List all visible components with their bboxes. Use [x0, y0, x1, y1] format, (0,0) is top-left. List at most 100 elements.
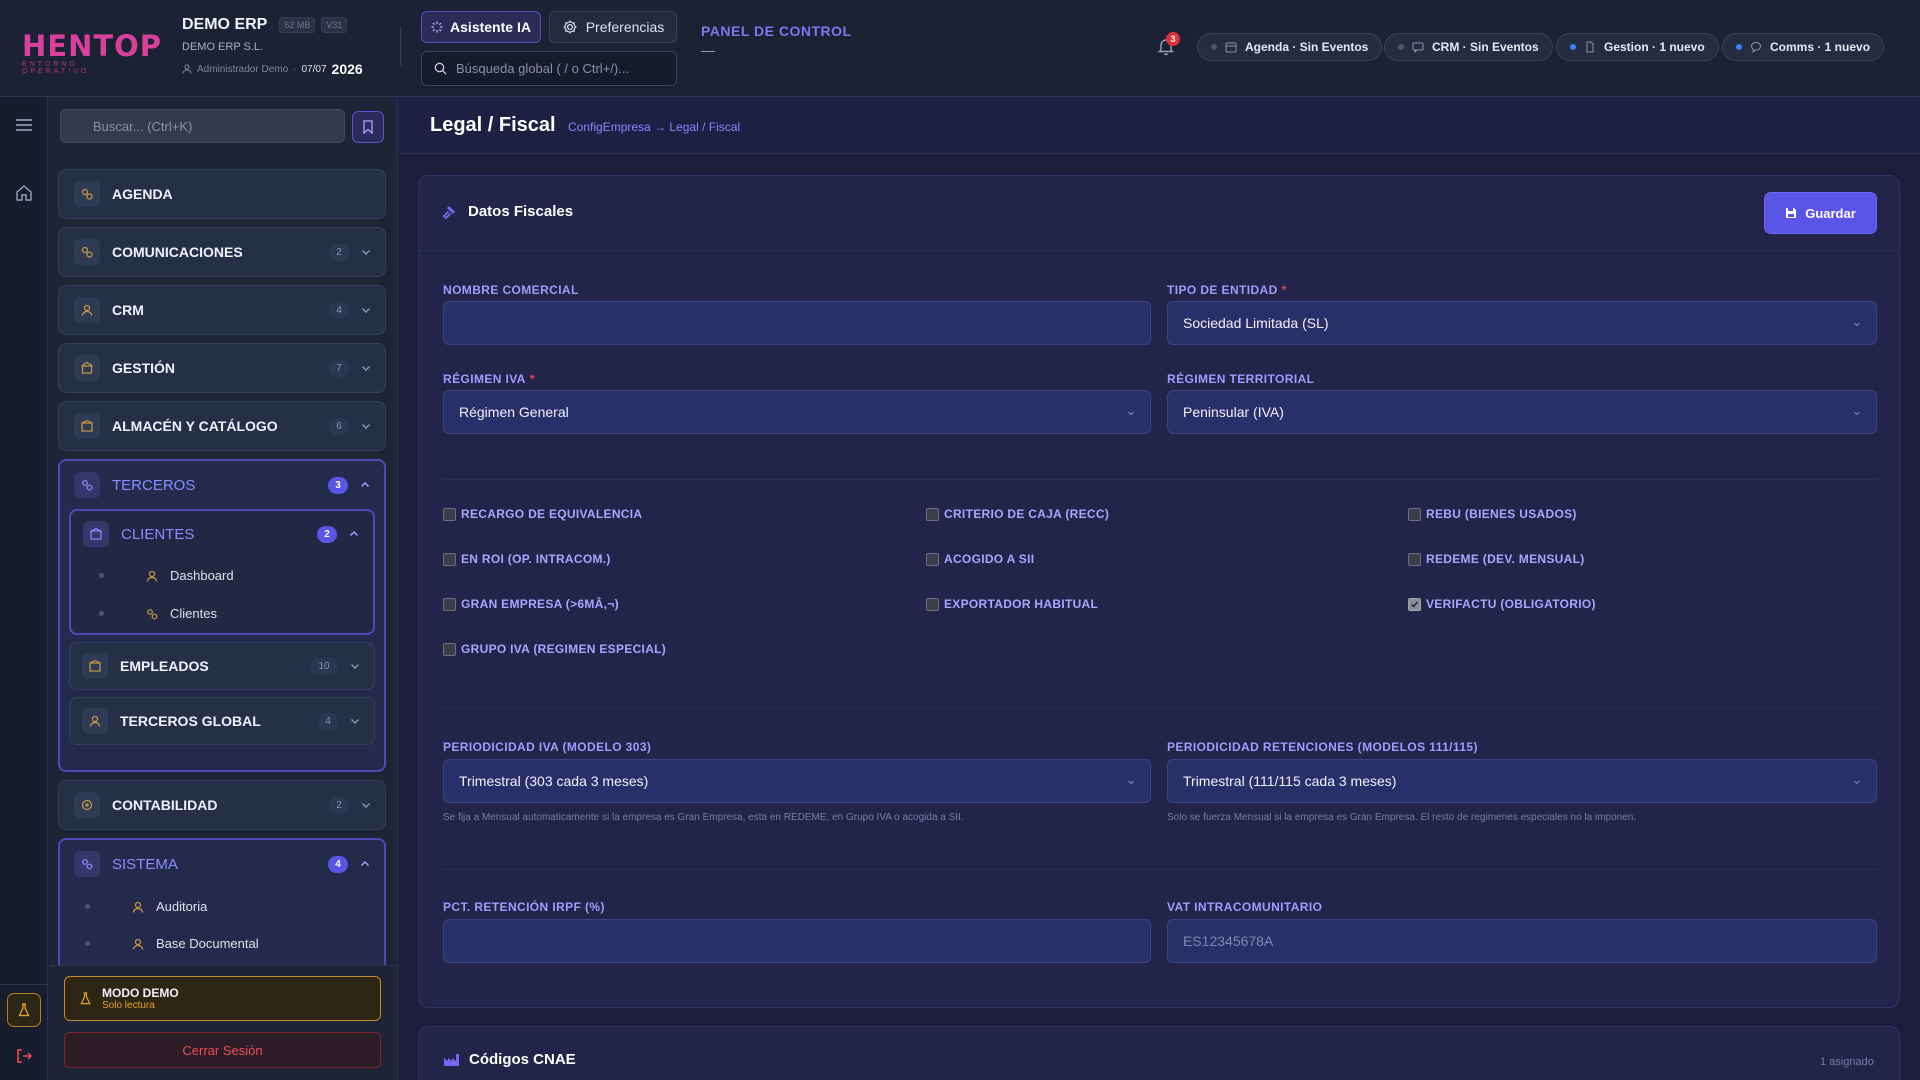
checkbox-verifactu[interactable]: VERIFACTU (OBLIGATORIO)	[1408, 597, 1596, 611]
logout-rail-button[interactable]	[12, 1044, 36, 1068]
brand-logo[interactable]: HENTOP ENTORNO OPERATIVO	[22, 32, 161, 76]
sidebar-leaf-clientes[interactable]: Clientes	[71, 594, 373, 633]
sidebar-item-crm[interactable]: CRM 4	[58, 285, 386, 335]
demo-mode-badge[interactable]: MODO DEMO Solo lectura	[64, 976, 381, 1021]
pct-irpf-label: PCT. RETENCIÓN IRPF (%)	[443, 900, 605, 914]
preferences-button[interactable]: Preferencias	[549, 11, 677, 43]
checkbox-box-checked[interactable]	[1408, 597, 1421, 611]
checkbox-box[interactable]	[443, 597, 456, 611]
calendar-icon	[1225, 42, 1237, 53]
checkbox-gran-empresa[interactable]: GRAN EMPRESA (>6MÂ,¬)	[443, 597, 619, 611]
breadcrumb[interactable]: ConfigEmpresa → Legal / Fiscal	[568, 120, 740, 134]
sidebar-item-gestion[interactable]: GESTIÓN 7	[58, 343, 386, 393]
checkbox-criterio-caja[interactable]: CRITERIO DE CAJA (RECC)	[926, 507, 1109, 521]
sidebar-group-sistema: SISTEMA 4 Auditoria Base Documental	[58, 838, 386, 978]
checkbox-box[interactable]	[443, 507, 456, 521]
agenda-status-chip[interactable]: Agenda · Sin Eventos	[1197, 33, 1383, 61]
chevron-down-icon	[362, 308, 370, 313]
separator-dot: ·	[293, 63, 297, 75]
gear-icon	[563, 20, 577, 34]
sidebar-item-terceros[interactable]: TERCEROS 3	[60, 461, 384, 509]
global-search-placeholder: Búsqueda global ( / o Ctrl+/)...	[456, 61, 630, 76]
checkbox-en-roi[interactable]: EN ROI (OP. INTRACOM.)	[443, 552, 611, 566]
checkbox-label: EN ROI (OP. INTRACOM.)	[461, 552, 611, 566]
periodicidad-retenciones-hint: Solo se fuerza Mensual si la empresa es …	[1167, 812, 1637, 823]
checkbox-rebu[interactable]: REBU (BIENES USADOS)	[1408, 507, 1577, 521]
chevron-down-icon	[362, 250, 370, 255]
nombre-comercial-input[interactable]	[443, 301, 1151, 345]
checkbox-box[interactable]	[1408, 552, 1421, 566]
checkbox-label: REBU (BIENES USADOS)	[1426, 507, 1577, 521]
sidebar-item-agenda[interactable]: AGENDA	[58, 169, 386, 219]
bullet-dot	[99, 611, 104, 616]
cnae-card-title[interactable]: Códigos CNAE	[443, 1051, 576, 1068]
checkbox-grupo-iva[interactable]: GRUPO IVA (REGIMEN ESPECIAL)	[443, 642, 666, 656]
erp-info: DEMO ERP 62 MB V31 DEMO ERP S.L. Adminis…	[182, 16, 363, 77]
flask-icon	[18, 1003, 30, 1017]
tipo-entidad-value: Sociedad Limitada (SL)	[1183, 315, 1329, 331]
sidebar-item-terceros-global[interactable]: TERCEROS GLOBAL 4	[69, 697, 375, 745]
logout-button[interactable]: Cerrar Sesión	[64, 1032, 381, 1068]
cnae-title-text: Códigos CNAE	[469, 1051, 576, 1068]
chat-icon	[1412, 42, 1424, 53]
crm-status-chip[interactable]: CRM · Sin Eventos	[1384, 33, 1553, 61]
checkbox-exportador-habitual[interactable]: EXPORTADOR HABITUAL	[926, 597, 1098, 611]
gestion-status-chip[interactable]: Gestion · 1 nuevo	[1556, 33, 1719, 61]
regimen-iva-select[interactable]: Régimen General	[443, 390, 1151, 434]
checkbox-box[interactable]	[926, 597, 939, 611]
sidebar-item-empleados[interactable]: EMPLEADOS 10	[69, 642, 375, 690]
sidebar: Buscar... (Ctrl+K) AGENDA COMUNICACIONES…	[49, 97, 398, 1080]
save-button[interactable]: Guardar	[1765, 193, 1876, 233]
company-name: DEMO ERP S.L.	[182, 41, 264, 53]
tipo-entidad-select[interactable]: Sociedad Limitada (SL)	[1167, 301, 1877, 345]
home-button[interactable]	[12, 181, 36, 205]
sidebar-item-sistema[interactable]: SISTEMA 4	[60, 840, 384, 888]
card-divider	[419, 250, 1899, 251]
menu-toggle-button[interactable]	[12, 113, 36, 137]
sidebar-item-comunicaciones[interactable]: COMUNICACIONES 2	[58, 227, 386, 277]
comms-status-chip[interactable]: Comms · 1 nuevo	[1722, 33, 1885, 61]
fiscal-data-card: Datos Fiscales Guardar NOMBRE COMERCIAL …	[418, 175, 1900, 1008]
demo-mode-rail-button[interactable]	[7, 993, 41, 1027]
card-title-text: Datos Fiscales	[468, 203, 574, 220]
vat-input[interactable]: ES12345678A	[1167, 919, 1877, 963]
clients-list-icon	[144, 606, 160, 622]
sidebar-item-label: EMPLEADOS	[120, 658, 209, 674]
sidebar-leaf-label: Auditoria	[156, 899, 208, 914]
checkbox-box[interactable]	[443, 552, 456, 566]
tipo-entidad-label-text: TIPO DE ENTIDAD	[1167, 283, 1278, 297]
checkbox-redeme[interactable]: REDEME (DEV. MENSUAL)	[1408, 552, 1585, 566]
demo-mode-title: MODO DEMO	[102, 986, 179, 1000]
checkbox-box[interactable]	[926, 552, 939, 566]
sidebar-leaf-auditoria[interactable]: Auditoria	[60, 888, 384, 925]
sidebar-pin-button[interactable]	[352, 111, 384, 143]
factory-icon	[444, 1053, 459, 1066]
panel-title[interactable]: PANEL DE CONTROL	[701, 23, 852, 39]
sidebar-item-contabilidad[interactable]: CONTABILIDAD 2	[58, 780, 386, 830]
checkbox-box[interactable]	[1408, 507, 1421, 521]
periodicidad-iva-select[interactable]: Trimestral (303 cada 3 meses)	[443, 759, 1151, 803]
checkbox-box[interactable]	[443, 642, 456, 656]
checkbox-recargo-equivalencia[interactable]: RECARGO DE EQUIVALENCIA	[443, 507, 642, 521]
pct-irpf-input[interactable]	[443, 919, 1151, 963]
regimen-territorial-select[interactable]: Peninsular (IVA)	[1167, 390, 1877, 434]
ai-assistant-button[interactable]: Asistente IA	[421, 11, 541, 43]
tipo-entidad-label: TIPO DE ENTIDAD *	[1167, 283, 1287, 297]
sidebar-leaf-dashboard[interactable]: Dashboard	[71, 557, 373, 594]
periodicidad-retenciones-select[interactable]: Trimestral (111/115 cada 3 meses)	[1167, 759, 1877, 803]
sidebar-item-almacen[interactable]: ALMACÉN Y CATÁLOGO 6	[58, 401, 386, 451]
sidebar-leaf-base-documental[interactable]: Base Documental	[60, 925, 384, 962]
sidebar-item-clientes[interactable]: CLIENTES 2	[71, 511, 373, 557]
chevron-down-icon	[362, 424, 370, 429]
panel-subtitle: —	[701, 42, 715, 58]
comms-chip-label: Comms · 1 nuevo	[1770, 40, 1871, 54]
global-search-input[interactable]: Búsqueda global ( / o Ctrl+/)...	[421, 51, 677, 86]
terceros-icon	[74, 472, 100, 498]
sidebar-search-input[interactable]: Buscar... (Ctrl+K)	[60, 109, 345, 143]
item-count-badge: 4	[328, 855, 348, 873]
chevron-up-icon	[350, 531, 358, 536]
checkbox-box[interactable]	[926, 507, 939, 521]
checkbox-sii[interactable]: ACOGIDO A SII	[926, 552, 1034, 566]
item-count-badge: 6	[329, 417, 349, 435]
chevron-down-icon	[1854, 411, 1860, 416]
